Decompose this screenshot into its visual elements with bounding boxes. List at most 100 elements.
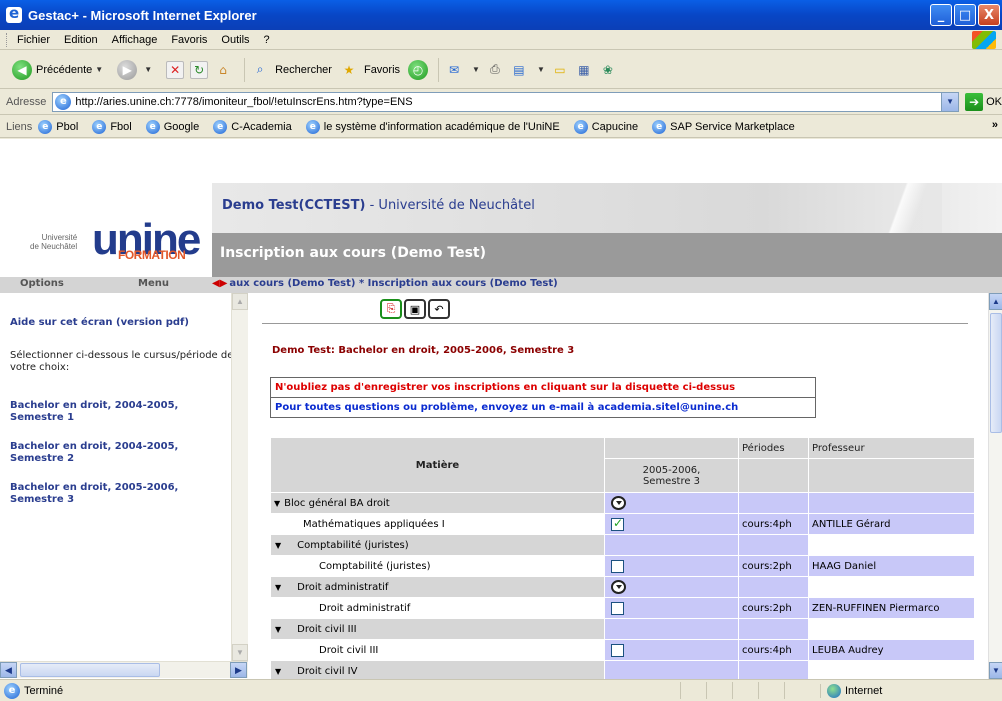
link-sap[interactable]: e SAP Service Marketplace <box>652 119 795 134</box>
save-disk-icon[interactable]: ▣ <box>404 299 426 319</box>
table-row: Mathématiques appliquées I cours:4ph ANTIL… <box>270 513 975 535</box>
course-name: Mathématiques appliquées I <box>303 518 445 530</box>
table-row: ▼ Comptabilité (juristes) <box>270 534 975 556</box>
expand-dropdown-icon[interactable] <box>611 580 626 594</box>
period-line2: Semestre 3 <box>642 475 701 487</box>
sidebar-vertical-scrollbar[interactable]: ▲ ▼ <box>231 293 248 661</box>
periodes-value: cours:4ph <box>742 644 792 656</box>
sidebar-item-2004-s1[interactable]: Bachelor en droit, 2004-2005, Semestre 1 <box>10 400 230 424</box>
security-zone: Internet <box>820 684 882 698</box>
address-input[interactable]: e http://aries.unine.ch:7778/imoniteur_f… <box>52 91 960 112</box>
help-pdf-link[interactable]: Aide sur cet écran (version pdf) <box>10 317 230 329</box>
scroll-up-icon[interactable]: ▲ <box>232 293 248 310</box>
scroll-thumb[interactable] <box>990 313 1002 433</box>
menu-outils[interactable]: Outils <box>221 34 249 46</box>
link-fbol[interactable]: e Fbol <box>92 119 132 134</box>
back-dropdown-icon[interactable]: ▼ <box>95 65 103 74</box>
ie-app-icon <box>6 4 22 23</box>
print-icon[interactable]: ⎙ <box>486 61 504 79</box>
table-row: ▼ Bloc général BA droit <box>270 492 975 514</box>
minimize-button[interactable]: _ <box>930 4 952 26</box>
site-header: Université de Neuchâtel unine FORMATION … <box>0 183 1002 277</box>
link-page-icon: e <box>573 119 588 134</box>
maximize-button[interactable]: □ <box>954 4 976 26</box>
enroll-checkbox[interactable] <box>611 643 624 657</box>
forward-button[interactable]: ▶ ▼ <box>117 59 158 80</box>
professeur-cell <box>808 576 975 598</box>
menu-affichage[interactable]: Affichage <box>112 34 158 46</box>
edit-icon[interactable]: ▤ <box>510 61 528 79</box>
expand-dropdown-icon[interactable] <box>611 496 626 510</box>
links-bar: Liens e Pbol e Fbol e Google e C-Academia el… <box>0 116 1002 138</box>
sidebar-horizontal-scrollbar[interactable]: ◀ ▶ <box>0 661 248 678</box>
contact-notice[interactable]: Pour toutes questions ou problème, envoy… <box>271 398 815 417</box>
breadcrumb-arrows-icon[interactable]: ◀▶ <box>212 278 227 289</box>
home-icon[interactable]: ⌂ <box>214 61 232 79</box>
favorites-button[interactable]: ★ Favoris <box>340 61 400 79</box>
scroll-down-icon[interactable]: ▼ <box>989 662 1002 679</box>
status-bar: e Terminé Internet <box>0 679 1002 701</box>
collapse-triangle-icon[interactable]: ▼ <box>275 625 281 634</box>
search-button[interactable]: ⌕ Rechercher <box>251 61 332 79</box>
status-panes <box>680 682 810 699</box>
close-button[interactable]: X <box>978 4 1000 26</box>
enroll-cell <box>604 576 739 598</box>
table-row: ▼ Droit administratif <box>270 576 975 598</box>
undo-icon[interactable]: ↶ <box>428 299 450 319</box>
stop-icon[interactable]: ✕ <box>166 60 185 79</box>
course-name: Comptabilité (juristes) <box>319 560 431 572</box>
link-pbol[interactable]: e Pbol <box>38 119 78 134</box>
breadcrumb[interactable]: ◀▶ aux cours (Demo Test) * Inscription au… <box>212 278 558 289</box>
go-button[interactable]: ➔ OK <box>965 92 1002 111</box>
browser-toolbar: ◀ Précédente ▼ ▶ ▼ ✕ ↻ ⌂ ⌕ Rechercher ★ … <box>0 51 1002 89</box>
scroll-thumb[interactable] <box>20 663 160 677</box>
course-name-cell: ▼ Bloc général BA droit <box>270 492 605 514</box>
collapse-triangle-icon[interactable]: ▼ <box>274 499 280 508</box>
main-vertical-scrollbar[interactable]: ▲ ▼ <box>988 293 1002 679</box>
link-capucine[interactable]: e Capucine <box>573 119 638 134</box>
forward-dropdown-icon[interactable]: ▼ <box>144 65 152 74</box>
refresh-icon[interactable]: ↻ <box>190 60 209 79</box>
mail-dropdown-icon[interactable]: ▼ <box>472 65 480 74</box>
address-url[interactable]: http://aries.unine.ch:7778/imoniteur_fbo… <box>75 96 412 108</box>
scroll-left-icon[interactable]: ◀ <box>0 662 17 678</box>
messenger-icon[interactable]: ❀ <box>599 61 617 79</box>
link-c-academia[interactable]: e C-Academia <box>213 119 292 134</box>
enroll-checkbox[interactable] <box>611 559 624 573</box>
menu-fichier[interactable]: Fichier <box>17 34 50 46</box>
window-titlebar: Gestac+ - Microsoft Internet Explorer _ … <box>0 0 1002 30</box>
status-pane <box>706 682 732 699</box>
address-dropdown-icon[interactable]: ▼ <box>941 92 959 111</box>
note-icon[interactable]: ▭ <box>551 61 569 79</box>
history-icon[interactable]: ◴ <box>408 59 429 80</box>
menu-help[interactable]: ? <box>264 34 270 46</box>
collapse-triangle-icon[interactable]: ▼ <box>275 541 281 550</box>
professeur-cell <box>808 534 975 556</box>
link-systeme-info[interactable]: e le système d'information académique de … <box>305 119 560 134</box>
edit-dropdown-icon[interactable]: ▼ <box>537 65 545 74</box>
enroll-cell <box>604 534 739 556</box>
scroll-up-icon[interactable]: ▲ <box>989 293 1002 310</box>
link-google[interactable]: e Google <box>145 119 199 134</box>
research-icon[interactable]: ▦ <box>575 61 593 79</box>
enroll-checkbox[interactable] <box>611 516 624 531</box>
scroll-down-icon[interactable]: ▼ <box>232 644 248 661</box>
links-more-icon[interactable]: » <box>992 119 998 131</box>
menu-favoris[interactable]: Favoris <box>171 34 207 46</box>
sidebar-item-2005-s3[interactable]: Bachelor en droit, 2005-2006, Semestre 3 <box>10 482 230 506</box>
menu-link[interactable]: Menu <box>138 278 169 289</box>
enroll-cell <box>604 639 739 661</box>
collapse-triangle-icon[interactable]: ▼ <box>275 667 281 676</box>
options-link[interactable]: Options <box>20 278 64 289</box>
pdf-export-icon[interactable]: ⎘ <box>380 299 402 319</box>
scroll-right-icon[interactable]: ▶ <box>230 662 247 678</box>
enroll-checkbox[interactable] <box>611 601 624 615</box>
back-button[interactable]: ◀ Précédente ▼ <box>12 59 109 80</box>
menu-edition[interactable]: Edition <box>64 34 98 46</box>
periodes-cell <box>738 576 809 598</box>
logo-formation: FORMATION <box>118 248 186 262</box>
header-matiere: Matière <box>270 437 605 493</box>
mail-icon[interactable]: ✉ <box>445 61 463 79</box>
collapse-triangle-icon[interactable]: ▼ <box>275 583 281 592</box>
sidebar-item-2004-s2[interactable]: Bachelor en droit, 2004-2005, Semestre 2 <box>10 441 230 465</box>
